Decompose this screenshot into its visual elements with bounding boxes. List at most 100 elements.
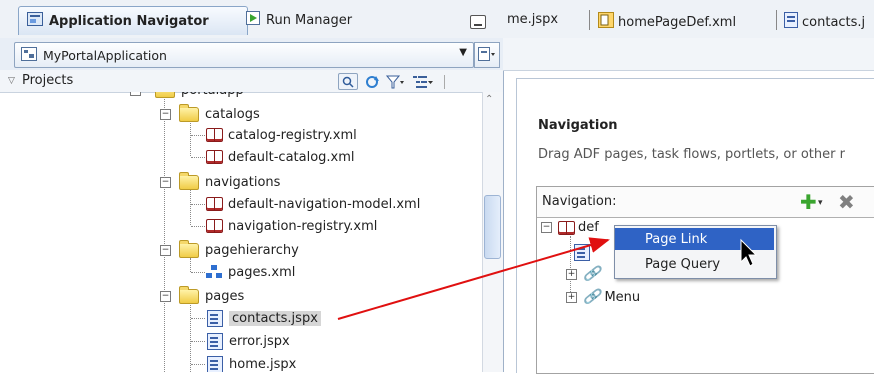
tree-item-label: catalog-registry.xml <box>228 127 357 143</box>
filter-icon[interactable] <box>386 74 406 89</box>
tree-item-home-jspx[interactable]: home.jspx <box>207 354 296 372</box>
tab-run-manager[interactable]: Run Manager <box>238 6 404 34</box>
tab-application-navigator[interactable]: Application Navigator <box>18 6 248 35</box>
link-icon: 🔗 <box>583 289 601 305</box>
collapse-icon[interactable]: − <box>160 176 171 188</box>
tree-item-catalog-registry[interactable]: catalog-registry.xml <box>206 125 357 145</box>
application-menu-icon <box>478 46 496 64</box>
application-icon <box>21 46 37 64</box>
tree-item-default-navigation-model[interactable]: default-navigation-model.xml <box>206 194 420 214</box>
folder-icon <box>179 239 199 258</box>
menu-item-label: Page Query <box>645 256 721 272</box>
page-icon <box>574 244 590 261</box>
link-icon: 🔗 <box>583 266 601 282</box>
collapse-icon[interactable]: − <box>541 222 552 233</box>
tree-item-label: navigation-registry.xml <box>228 218 378 234</box>
navigation-description: Drag ADF pages, task flows, portlets, or… <box>538 147 845 162</box>
hierarchy-icon <box>206 265 222 279</box>
navigation-model-icon <box>558 220 575 235</box>
xml-book-icon <box>206 150 223 164</box>
app-navigator-icon <box>27 12 43 30</box>
tree-item-navigations[interactable]: − navigations <box>160 171 281 192</box>
tree-connector <box>191 135 205 136</box>
tree-connector <box>191 226 205 227</box>
tree-item-pages-xml[interactable]: pages.xml <box>206 262 295 282</box>
tab-separator <box>589 10 590 30</box>
tree-item-contacts-jspx[interactable]: contacts.jspx <box>207 308 321 328</box>
application-menu-button[interactable] <box>474 42 500 68</box>
tab-separator <box>776 10 777 30</box>
tree-guide <box>190 189 191 225</box>
tree-item-label: portalapp <box>181 92 244 98</box>
xml-book-icon <box>206 219 223 233</box>
scroll-up-icon[interactable]: ⌃ <box>485 94 493 105</box>
tab-homepagedef-xml[interactable]: homePageDef.xml <box>598 12 736 32</box>
expand-icon[interactable]: + <box>566 291 577 303</box>
navigation-heading: Navigation <box>538 118 618 133</box>
tree-item-portalapp[interactable]: − portalapp <box>130 92 244 100</box>
menu-item-page-query[interactable]: Page Query <box>615 253 774 275</box>
tab-label: contacts.j <box>802 14 866 30</box>
tree-guide <box>190 120 191 156</box>
jspx-page-icon <box>207 309 223 327</box>
tree-item-pagehierarchy[interactable]: − pagehierarchy <box>160 239 299 260</box>
application-select-value: MyPortalApplication <box>43 47 167 63</box>
add-icon[interactable]: ✚ <box>800 190 817 214</box>
collapse-icon[interactable]: − <box>160 290 171 302</box>
minimize-icon[interactable] <box>470 15 486 29</box>
collapse-icon[interactable]: − <box>160 108 171 120</box>
tree-scrollbar-thumb[interactable] <box>484 195 501 259</box>
tab-label: Application Navigator <box>49 13 209 29</box>
tree-item-default-catalog[interactable]: default-catalog.xml <box>206 147 355 167</box>
tree-item-navigation-registry[interactable]: navigation-registry.xml <box>206 216 377 236</box>
folder-icon <box>179 171 199 190</box>
jspx-page-icon <box>207 355 223 372</box>
xml-book-icon <box>206 128 223 142</box>
search-icon[interactable] <box>338 73 358 90</box>
delete-icon[interactable]: ✖ <box>838 190 855 214</box>
menu-item-label: Page Link <box>645 231 708 247</box>
tree-connector <box>191 204 205 205</box>
collapse-icon[interactable]: − <box>160 244 171 256</box>
tree-item-pages[interactable]: − pages <box>160 285 245 306</box>
projects-toolbar <box>338 73 445 90</box>
tree-item-catalogs[interactable]: − catalogs <box>160 103 260 124</box>
xml-book-icon <box>206 197 223 211</box>
tab-me-jspx[interactable]: me.jspx <box>507 12 558 27</box>
tab-label: homePageDef.xml <box>618 14 737 30</box>
tree-item-label: navigations <box>205 174 281 190</box>
refresh-icon[interactable] <box>364 74 380 89</box>
tree-item-label: error.jspx <box>229 333 290 349</box>
xml-file-icon <box>598 12 614 32</box>
nav-tree-child-menu[interactable]: + 🔗 Menu <box>566 289 640 305</box>
nav-tree-child-page[interactable] <box>574 244 590 261</box>
projects-label: Projects <box>22 73 74 88</box>
add-dropdown-icon[interactable]: ▾ <box>818 198 823 208</box>
tree-connector <box>191 157 205 158</box>
nav-tree-child-link[interactable]: + 🔗 <box>566 266 600 282</box>
tree-connector <box>191 364 205 365</box>
collapse-icon[interactable]: − <box>130 92 141 96</box>
toolbar-divider <box>444 74 445 89</box>
tree-guide <box>164 92 165 372</box>
application-select[interactable]: MyPortalApplication ▼ <box>14 42 474 68</box>
tree-item-label: contacts.jspx <box>229 310 321 326</box>
tab-label: me.jspx <box>507 12 559 27</box>
run-icon <box>246 11 260 29</box>
chevron-down-icon: ▼ <box>459 47 467 58</box>
tree-item-error-jspx[interactable]: error.jspx <box>207 331 290 351</box>
project-tree: − portalapp − catalogs catalog-registry.… <box>0 92 482 372</box>
collapse-triangle-icon[interactable]: ▽ <box>8 76 15 86</box>
tree-item-label: pages <box>205 288 245 304</box>
tree-item-label: pagehierarchy <box>205 242 299 258</box>
view-options-icon[interactable] <box>412 74 434 89</box>
navigation-box-label: Navigation: <box>542 194 617 209</box>
folder-icon <box>155 92 175 98</box>
menu-item-page-link[interactable]: Page Link <box>615 228 774 250</box>
expand-icon[interactable]: + <box>566 268 577 280</box>
tree-connector <box>191 341 205 342</box>
tree-item-label: default-navigation-model.xml <box>228 196 421 212</box>
nav-tree-root-label: def <box>578 220 599 235</box>
tab-contacts-jspx[interactable]: contacts.j <box>784 12 865 32</box>
nav-tree-root[interactable]: − def <box>541 220 599 235</box>
